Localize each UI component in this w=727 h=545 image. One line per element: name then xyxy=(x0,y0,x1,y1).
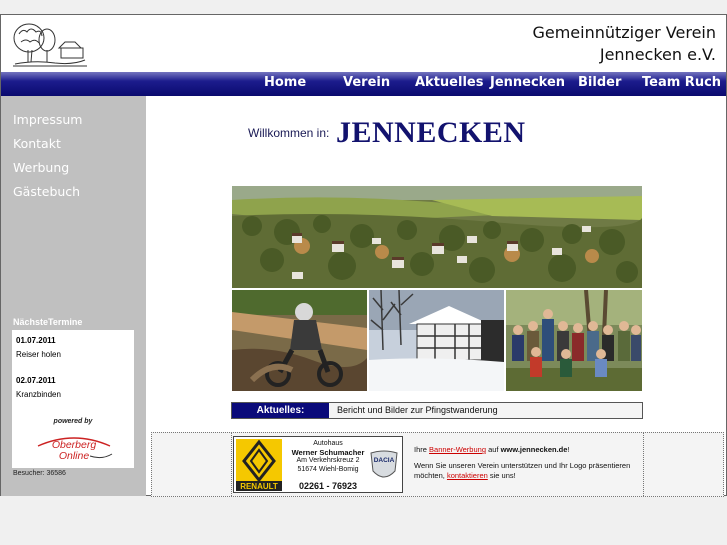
termin-text: Reiser holen xyxy=(16,350,61,359)
site-title-line2: Jennecken e.V. xyxy=(599,45,716,64)
village-panorama-photo xyxy=(232,186,642,288)
termine-box: 01.07.2011 Reiser holen 02.07.2011 Kranz… xyxy=(12,330,134,468)
promo-line-1: Ihre Banner-Werbung auf www.jennecken.de… xyxy=(414,445,644,455)
online-text: Online xyxy=(59,450,90,462)
promo-line-2: Wenn Sie unseren Verein unterstützen und… xyxy=(414,461,644,481)
kontaktieren-link[interactable]: kontaktieren xyxy=(447,471,488,480)
banner-werbung-link[interactable]: Banner-Werbung xyxy=(429,445,486,454)
promo-text-c: ! xyxy=(567,445,570,454)
news-ticker: Aktuelles: Bericht und Bilder zur Pfings… xyxy=(231,402,643,419)
visitor-counter: Besucher: 36586 xyxy=(13,470,66,477)
oberberg-logo-icon: Oberberg Online xyxy=(37,437,113,462)
promo-text-b: auf xyxy=(486,445,501,454)
sidebar: Impressum Kontakt Werbung Gästebuch Näch… xyxy=(1,96,146,496)
renault-text: RENAULT xyxy=(240,482,278,491)
termin-date: 01.07.2011 xyxy=(16,336,56,345)
dacia-text: DACIA xyxy=(374,457,395,464)
nav-aktuelles[interactable]: Aktuelles xyxy=(415,75,483,90)
renault-diamond-icon: RENAULT xyxy=(236,439,282,491)
ad-line-3: Am Verkehrskreuz 2 xyxy=(296,457,360,464)
ad-promo-text: Ihre Banner-Werbung auf www.jennecken.de… xyxy=(414,445,644,481)
ad-slot-right xyxy=(643,433,723,496)
nav-jennecken[interactable]: Jennecken xyxy=(490,75,565,90)
ad-slot-left xyxy=(152,433,232,496)
ad-line-4: 51674 Wiehl-Bomig xyxy=(297,465,359,473)
news-label: Aktuelles: xyxy=(232,403,329,418)
nav-team-ruch[interactable]: Team Ruch xyxy=(642,75,721,90)
promo-text-a: Ihre xyxy=(414,445,430,454)
renault-logo: RENAULT xyxy=(236,439,282,491)
ad-banner-area: RENAULT Autohaus Werner Schumacher Am Ve… xyxy=(151,432,724,497)
news-link[interactable]: Bericht und Bilder zur Pfingstwanderung xyxy=(337,405,498,415)
page-frame: Gemeinnütziger Verein Jennecken e.V. Hom… xyxy=(0,14,727,497)
ad-line-2: Werner Schumacher xyxy=(291,447,365,457)
ad-company-info: Autohaus Werner Schumacher Am Verkehrskr… xyxy=(286,440,370,474)
welcome-prefix: Willkommen in: xyxy=(248,126,330,140)
group-photo xyxy=(506,290,642,391)
sidebar-link-gaestebuch[interactable]: Gästebuch xyxy=(13,184,80,199)
ad-phone: 02261 - 76923 xyxy=(298,481,358,491)
oberberg-online-logo[interactable]: Oberberg Online xyxy=(34,432,114,462)
nav-verein[interactable]: Verein xyxy=(343,75,390,90)
powered-by-label: powered by xyxy=(53,418,93,425)
nav-bilder[interactable]: Bilder xyxy=(578,75,621,90)
autohaus-ad-banner[interactable]: RENAULT Autohaus Werner Schumacher Am Ve… xyxy=(233,436,403,493)
top-navigation: Home Verein Aktuelles Jennecken Bilder T… xyxy=(1,72,726,96)
site-logo[interactable] xyxy=(11,20,91,68)
sidebar-link-kontakt[interactable]: Kontakt xyxy=(13,136,61,151)
promo-site: www.jennecken.de xyxy=(500,445,568,454)
termin-text: Kranzbinden xyxy=(16,390,61,399)
termine-title: NächsteTermine xyxy=(13,317,83,327)
main-content: Willkommen in: JENNECKEN Aktuelles: Beri… xyxy=(146,96,726,497)
motocross-photo xyxy=(232,290,367,391)
dacia-logo: DACIA xyxy=(369,449,399,483)
sidebar-link-impressum[interactable]: Impressum xyxy=(13,112,82,127)
welcome-heading: JENNECKEN xyxy=(336,116,526,149)
winter-house-photo xyxy=(369,290,504,391)
sidebar-link-werbung[interactable]: Werbung xyxy=(13,160,69,175)
promo-text-e: sie uns! xyxy=(487,471,516,480)
dacia-shield-icon: DACIA xyxy=(370,450,398,478)
termin-date: 02.07.2011 xyxy=(16,376,56,385)
nav-home[interactable]: Home xyxy=(264,75,306,90)
site-title: Gemeinnütziger Verein Jennecken e.V. xyxy=(532,22,716,66)
trees-logo-icon xyxy=(13,23,87,67)
site-title-line1: Gemeinnütziger Verein xyxy=(532,23,716,42)
